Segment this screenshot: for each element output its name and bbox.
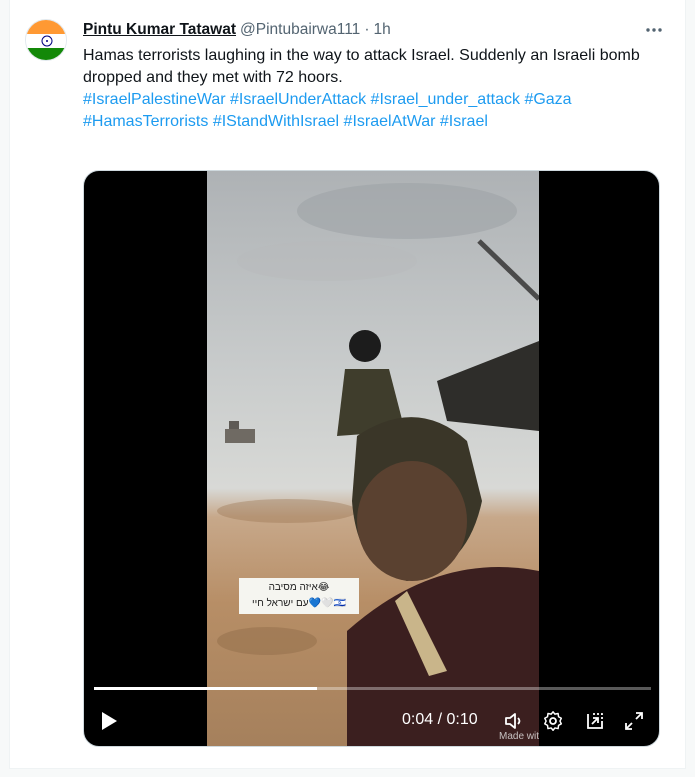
hashtag-link[interactable]: #Israel_under_attack <box>371 91 520 108</box>
video-time: 0:04 / 0:10 <box>402 711 478 729</box>
play-icon <box>102 712 117 730</box>
video-controls: 0:04 / 0:10 <box>84 696 659 746</box>
more-options-button[interactable] <box>643 19 665 41</box>
tweet-card[interactable]: Pintu Kumar Tatawat @Pintubairwa111 · 1h… <box>9 0 686 769</box>
hashtag-link[interactable]: #IsraelUnderAttack <box>230 91 366 108</box>
video-frame[interactable]: איזה מסיבה😂 עם ישראל חיי💙🤍🇮🇱 Made with <box>207 171 539 746</box>
mute-button[interactable] <box>502 709 526 733</box>
india-flag-icon <box>26 20 66 60</box>
hashtag-link[interactable]: #IsraelAtWar <box>344 113 436 130</box>
fullscreen-icon <box>625 712 643 730</box>
avatar[interactable] <box>25 19 67 61</box>
caption-line: איזה מסיבה😂 <box>268 582 330 593</box>
settings-button[interactable] <box>541 709 565 733</box>
hashtag-link[interactable]: #IStandWithIsrael <box>213 113 339 130</box>
tweet-text: Hamas terrorists laughing in the way to … <box>83 45 658 133</box>
timestamp[interactable]: 1h <box>373 21 390 39</box>
pop-out-icon <box>587 713 603 729</box>
tweet-header: Pintu Kumar Tatawat @Pintubairwa111 · 1h <box>83 19 391 41</box>
play-button[interactable] <box>96 708 122 734</box>
more-horizontal-icon <box>646 28 662 32</box>
tweet-body: Hamas terrorists laughing in the way to … <box>83 47 640 86</box>
video-caption-sticker: איזה מסיבה😂 עם ישראל חיי💙🤍🇮🇱 <box>239 578 359 614</box>
hashtag-link[interactable]: #Gaza <box>524 91 571 108</box>
user-handle[interactable]: @Pintubairwa111 <box>240 21 360 39</box>
caption-line: עם ישראל חיי💙🤍🇮🇱 <box>252 598 346 609</box>
video-progress-fill <box>94 687 317 690</box>
hashtag-link[interactable]: #IsraelPalestineWar <box>83 91 226 108</box>
current-time: 0:04 <box>402 711 434 728</box>
hashtag-list: #IsraelPalestineWar #IsraelUnderAttack #… <box>83 89 658 133</box>
fullscreen-button[interactable] <box>622 709 646 733</box>
video-progress-bar[interactable] <box>94 687 651 690</box>
separator-dot: · <box>364 21 370 38</box>
video-player[interactable]: איזה מסיבה😂 עם ישראל חיי💙🤍🇮🇱 Made with 0… <box>83 170 660 747</box>
pop-out-button[interactable] <box>583 709 607 733</box>
hashtag-link[interactable]: #HamasTerrorists <box>83 113 208 130</box>
gear-icon <box>544 711 563 731</box>
volume-muted-icon <box>505 713 521 729</box>
duration: 0:10 <box>446 711 478 728</box>
time-separator: / <box>433 711 447 728</box>
hashtag-link[interactable]: #Israel <box>440 113 488 130</box>
video-scene-figures <box>217 183 539 746</box>
display-name[interactable]: Pintu Kumar Tatawat <box>83 21 236 39</box>
